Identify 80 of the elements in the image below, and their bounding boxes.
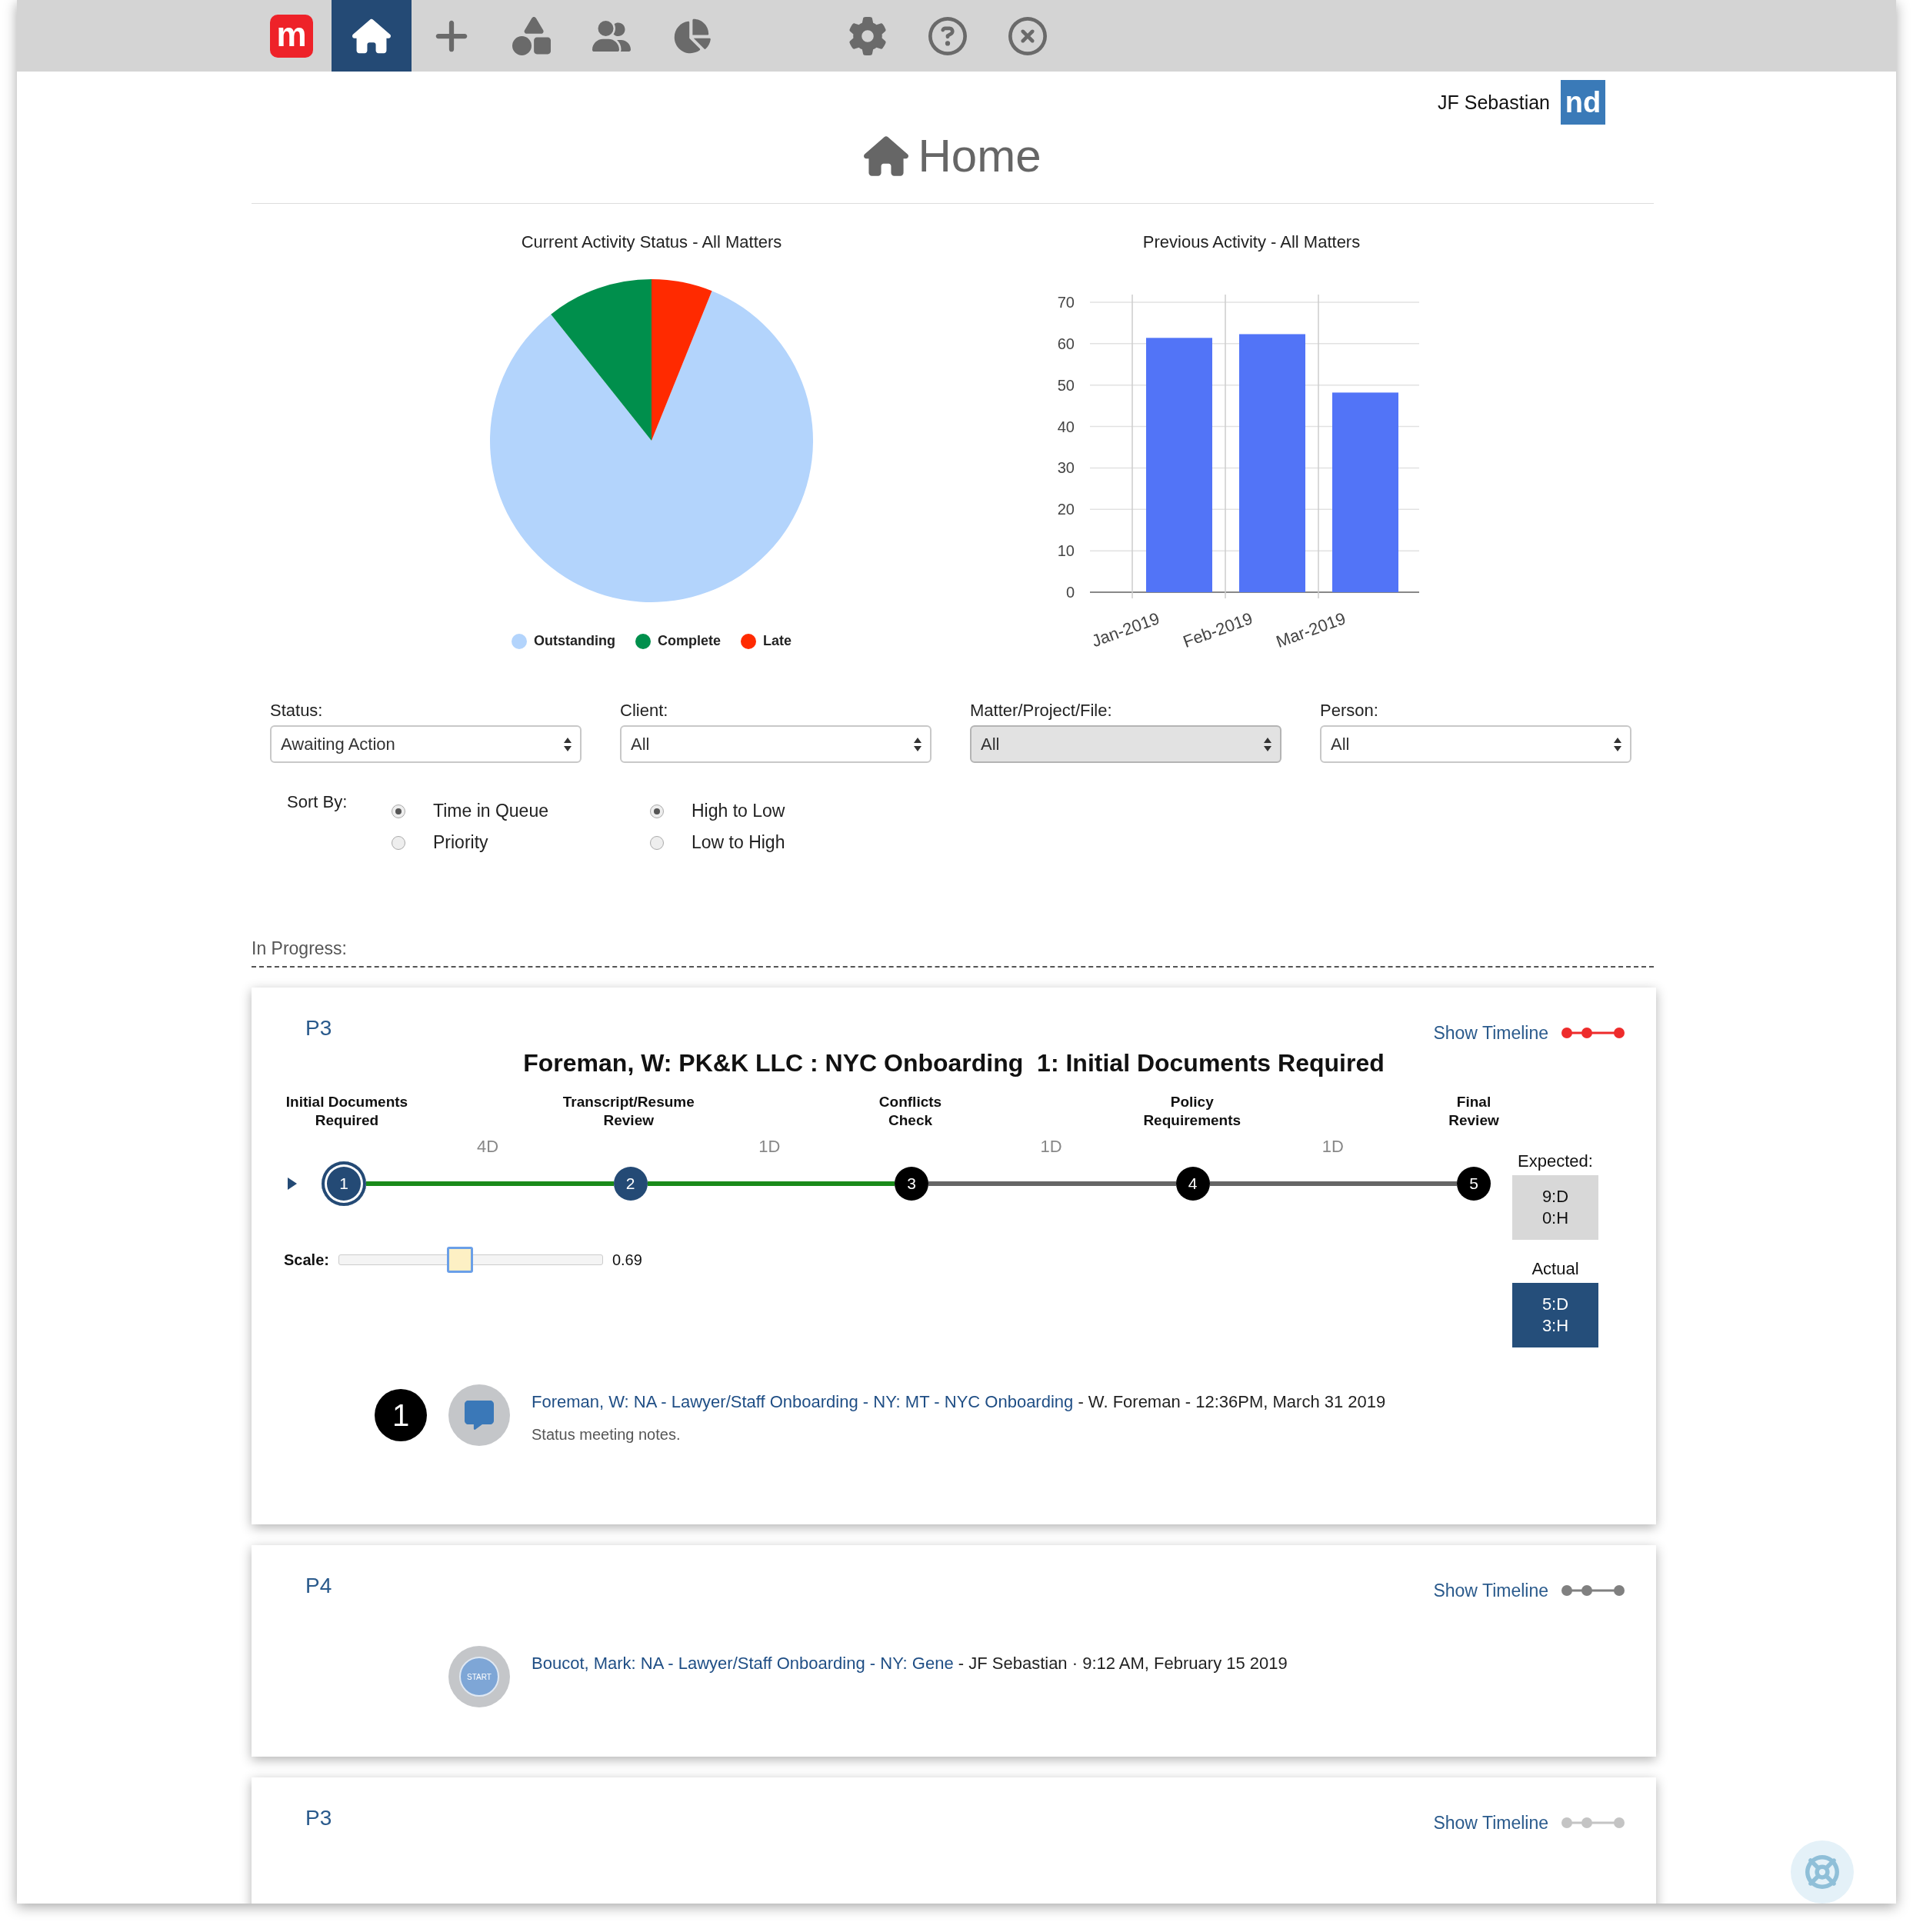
step-node[interactable]: 1 [322,1161,366,1206]
filter-label: Matter/Project/File: [970,701,1113,721]
radio-label[interactable]: Priority [433,832,488,853]
slider-thumb[interactable] [447,1247,474,1273]
help-icon [928,16,967,55]
toolbar-button[interactable] [332,0,412,72]
lifebuoy-icon [1805,1855,1839,1889]
radio-label[interactable]: Time in Queue [433,801,548,821]
start-badge: START [459,1657,499,1697]
axis-label: 30 [1057,459,1075,477]
duration-label: 1D [1039,1138,1063,1156]
sort-label: Sort By: [287,792,348,813]
duration-label: 1D [758,1138,782,1156]
user-name: JF Sebastian [1438,91,1550,114]
radio-button[interactable] [392,804,405,818]
priority-label: P3 [305,1806,332,1830]
shapes-icon [512,16,551,55]
legend-label: Complete [658,633,721,649]
activity-text: Foreman, W: NA - Lawyer/Staff Onboarding - NY: MT - NYC Onboarding - W. Foreman - 12:36PM, March 31 2019 [532,1392,1386,1412]
scale-label: Scale: [284,1251,329,1269]
page-title: Home [918,132,1041,180]
section-title: In Progress: [252,938,1654,968]
close-icon [1008,16,1047,55]
dropdown-field[interactable]: All [620,725,932,763]
count-badge: 1 [375,1389,427,1441]
duration-label: 4D [476,1138,500,1156]
axis-label: 0 [1065,584,1075,601]
legend-label: Outstanding [534,633,615,649]
activity-note: Status meeting notes. [532,1426,682,1444]
axis-label: 10 [1057,542,1075,560]
radio-label[interactable]: High to Low [692,801,785,821]
axis-label: 60 [1057,335,1075,352]
activity-text: Boucot, Mark: NA - Lawyer/Staff Onboarding - NY: Gene - JF Sebastian · 9:12 AM, February 15 2019 [532,1654,1288,1674]
scale-reading: 0.69 [612,1251,642,1269]
card-title: Foreman, W: PK&K LLC : NYC Onboarding 1: Initial Documents Required [522,1048,1385,1078]
filter-label: Client: [620,701,669,721]
scale-slider[interactable] [338,1247,603,1273]
axis-label: 50 [1057,376,1075,394]
radio-button[interactable] [650,804,664,818]
app-logo[interactable]: m [270,14,313,58]
step-label: Transcript/Resume Review [562,1093,695,1130]
chart-title: Previous Activity - All Matters [1142,233,1361,251]
legend-label: Late [763,633,792,649]
show-timeline-link[interactable]: Show Timeline [1433,1022,1548,1044]
chat-icon [465,1401,494,1430]
duration-box: 9:D 0:H [1512,1175,1598,1240]
radio-label[interactable]: Low to High [692,832,785,853]
radio-button[interactable] [392,835,405,850]
priority-label: P4 [305,1574,332,1598]
box-label: Expected: [1518,1152,1593,1171]
step-node[interactable]: 5 [1457,1167,1491,1201]
axis-label: 70 [1057,294,1075,311]
axis-label: 40 [1057,418,1075,435]
filter-label: Status: [270,701,324,721]
activity-link[interactable]: Boucot, Mark: NA - Lawyer/Staff Onboarding - NY: Gene [532,1654,954,1673]
step-label: Conflicts Check [878,1093,943,1130]
timeline-icon[interactable] [1561,1026,1625,1040]
dropdown-field[interactable]: All [1320,725,1631,763]
timeline-icon[interactable] [1561,1584,1625,1597]
home-icon [864,134,909,178]
step-node[interactable]: 4 [1175,1167,1210,1201]
chart-title: Current Activity Status - All Matters [521,233,782,251]
show-timeline-link[interactable]: Show Timeline [1433,1812,1548,1834]
step-node[interactable]: 3 [895,1167,928,1201]
box-label: Actual [1531,1260,1579,1278]
filter-label: Person: [1320,701,1379,721]
user-badge[interactable]: nd [1561,80,1605,125]
step-label: Initial Documents Required [285,1093,409,1130]
duration-label: 1D [1321,1138,1345,1156]
step-label: Final Review [1448,1093,1500,1130]
step-node[interactable]: 2 [613,1167,648,1201]
activity-link[interactable]: Foreman, W: NA - Lawyer/Staff Onboarding - NY: MT - NYC Onboarding [532,1392,1074,1411]
duration-box: 5:D 3:H [1512,1283,1598,1347]
show-timeline-link[interactable]: Show Timeline [1433,1580,1548,1601]
settings-icon [848,16,887,55]
priority-label: P3 [305,1016,332,1041]
axis-label: 20 [1057,501,1075,518]
radio-button[interactable] [650,835,664,850]
step-label: Policy Requirements [1142,1093,1242,1130]
dropdown-field[interactable]: Awaiting Action [270,725,582,763]
